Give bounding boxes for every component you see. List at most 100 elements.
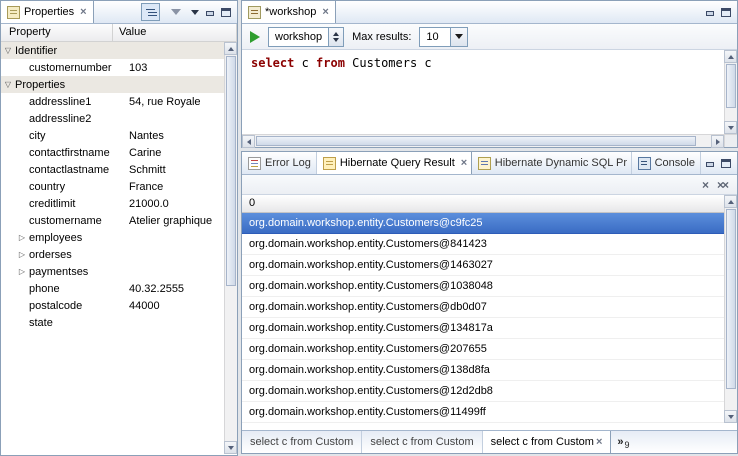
- property-value[interactable]: Schmitt: [113, 164, 224, 176]
- property-row-expandable[interactable]: ▷ orderses: [1, 246, 224, 263]
- query-page-tab[interactable]: select c from Custom: [242, 431, 362, 453]
- result-row[interactable]: org.domain.workshop.entity.Customers@138…: [242, 360, 725, 381]
- results-column-header[interactable]: 0: [242, 195, 725, 213]
- result-row[interactable]: org.domain.workshop.entity.Customers@114…: [242, 402, 725, 423]
- property-row[interactable]: addressline2: [1, 110, 224, 127]
- hql-editor-icon: [248, 6, 261, 19]
- property-category-row[interactable]: ▽ Identifier: [1, 42, 224, 59]
- property-value[interactable]: 21000.0: [113, 198, 224, 210]
- property-value[interactable]: Carine: [113, 147, 224, 159]
- close-icon[interactable]: ×: [80, 7, 86, 18]
- scrollbar-thumb[interactable]: [226, 56, 236, 286]
- column-header-value[interactable]: Value: [113, 24, 237, 41]
- property-row[interactable]: postalcode 44000: [1, 297, 224, 314]
- close-icon[interactable]: ×: [461, 158, 467, 169]
- view-menu-icon[interactable]: [191, 10, 199, 15]
- property-value[interactable]: Atelier graphique: [113, 215, 224, 227]
- result-row[interactable]: org.domain.workshop.entity.Customers@207…: [242, 339, 725, 360]
- close-icon[interactable]: ×: [322, 7, 328, 18]
- tab-overflow-chevron[interactable]: » 9: [611, 431, 635, 453]
- property-name: customername: [1, 215, 113, 227]
- close-all-query-pages-icon[interactable]: ××: [717, 179, 727, 191]
- spinner-icon[interactable]: [328, 28, 343, 46]
- expanded-arrow-icon[interactable]: ▽: [1, 46, 15, 55]
- configuration-combo-value[interactable]: workshop: [269, 28, 328, 46]
- tab-console[interactable]: Console: [632, 152, 701, 174]
- scroll-up-arrow-icon[interactable]: [724, 50, 737, 63]
- property-value[interactable]: 103: [113, 62, 224, 74]
- property-row[interactable]: creditlimit 21000.0: [1, 195, 224, 212]
- property-row[interactable]: addressline1 54, rue Royale: [1, 93, 224, 110]
- minimize-icon[interactable]: [205, 8, 215, 17]
- run-query-icon[interactable]: [250, 31, 260, 43]
- tab-hibernate-query-result[interactable]: Hibernate Query Result ×: [317, 152, 472, 174]
- maximize-icon[interactable]: [221, 8, 231, 17]
- property-value[interactable]: France: [113, 181, 224, 193]
- scroll-right-arrow-icon[interactable]: [711, 135, 724, 148]
- property-row[interactable]: contactlastname Schmitt: [1, 161, 224, 178]
- expanded-arrow-icon[interactable]: ▽: [1, 80, 15, 89]
- scroll-up-arrow-icon[interactable]: [224, 42, 237, 55]
- query-page-tab-label: select c from Custom: [250, 436, 353, 448]
- result-row[interactable]: org.domain.workshop.entity.Customers@841…: [242, 234, 725, 255]
- property-row[interactable]: country France: [1, 178, 224, 195]
- property-row[interactable]: contactfirstname Carine: [1, 144, 224, 161]
- minimize-icon[interactable]: [705, 8, 715, 17]
- code-keyword: select: [251, 56, 294, 70]
- editor-horizontal-scrollbar[interactable]: [242, 134, 724, 147]
- max-results-combo[interactable]: 10: [419, 27, 468, 47]
- property-row-expandable[interactable]: ▷ employees: [1, 229, 224, 246]
- property-row[interactable]: state: [1, 314, 224, 331]
- close-icon[interactable]: ×: [596, 437, 602, 448]
- result-row[interactable]: org.domain.workshop.entity.Customers@db0…: [242, 297, 725, 318]
- property-row[interactable]: customernumber 103: [1, 59, 224, 76]
- property-row[interactable]: phone 40.32.2555: [1, 280, 224, 297]
- property-row[interactable]: city Nantes: [1, 127, 224, 144]
- property-category-row[interactable]: ▽ Properties: [1, 76, 224, 93]
- collapsed-arrow-icon[interactable]: ▷: [15, 233, 29, 242]
- hql-code-editor[interactable]: select c from Customers c: [242, 50, 724, 134]
- tab-workshop-editor[interactable]: *workshop ×: [242, 1, 336, 23]
- collapsed-arrow-icon[interactable]: ▷: [15, 267, 29, 276]
- query-page-tab-active[interactable]: select c from Custom ×: [483, 431, 612, 453]
- max-results-value[interactable]: 10: [420, 28, 450, 46]
- filter-properties-button[interactable]: [166, 3, 185, 21]
- property-value[interactable]: Nantes: [113, 130, 224, 142]
- show-categories-button[interactable]: [141, 3, 160, 21]
- scroll-left-arrow-icon[interactable]: [242, 135, 255, 148]
- properties-vertical-scrollbar[interactable]: [224, 42, 237, 454]
- result-row[interactable]: org.domain.workshop.entity.Customers@103…: [242, 276, 725, 297]
- dropdown-arrow-icon[interactable]: [450, 28, 467, 46]
- scroll-down-arrow-icon[interactable]: [724, 121, 737, 134]
- tab-hibernate-dynamic-sql[interactable]: Hibernate Dynamic SQL Pr: [472, 152, 632, 174]
- result-row[interactable]: org.domain.workshop.entity.Customers@134…: [242, 318, 725, 339]
- editor-vertical-scrollbar[interactable]: [724, 50, 737, 134]
- scrollbar-thumb[interactable]: [726, 64, 736, 108]
- result-row[interactable]: org.domain.workshop.entity.Customers@146…: [242, 255, 725, 276]
- tab-properties[interactable]: Properties ×: [1, 1, 94, 23]
- property-row[interactable]: customername Atelier graphique: [1, 212, 224, 229]
- maximize-icon[interactable]: [721, 159, 731, 168]
- result-row[interactable]: org.domain.workshop.entity.Customers@12d…: [242, 381, 725, 402]
- property-value[interactable]: 54, rue Royale: [113, 96, 224, 108]
- scroll-down-arrow-icon[interactable]: [224, 441, 237, 454]
- property-name: contactfirstname: [1, 147, 113, 159]
- results-vertical-scrollbar[interactable]: [724, 195, 737, 423]
- collapsed-arrow-icon[interactable]: ▷: [15, 250, 29, 259]
- minimize-icon[interactable]: [705, 159, 715, 168]
- scroll-down-arrow-icon[interactable]: [724, 410, 737, 423]
- property-row-expandable[interactable]: ▷ paymentses: [1, 263, 224, 280]
- property-value[interactable]: 44000: [113, 300, 224, 312]
- tab-error-log[interactable]: Error Log: [242, 152, 317, 174]
- configuration-combo[interactable]: workshop: [268, 27, 344, 47]
- scrollbar-thumb[interactable]: [726, 209, 736, 389]
- query-page-tab[interactable]: select c from Custom: [362, 431, 482, 453]
- property-value[interactable]: 40.32.2555: [113, 283, 224, 295]
- scrollbar-thumb[interactable]: [256, 136, 696, 146]
- property-name: creditlimit: [1, 198, 113, 210]
- result-row-selected[interactable]: org.domain.workshop.entity.Customers@c9f…: [242, 213, 725, 234]
- close-query-page-icon[interactable]: ×: [702, 179, 707, 191]
- column-header-property[interactable]: Property: [1, 24, 113, 41]
- scroll-up-arrow-icon[interactable]: [724, 195, 737, 208]
- maximize-icon[interactable]: [721, 8, 731, 17]
